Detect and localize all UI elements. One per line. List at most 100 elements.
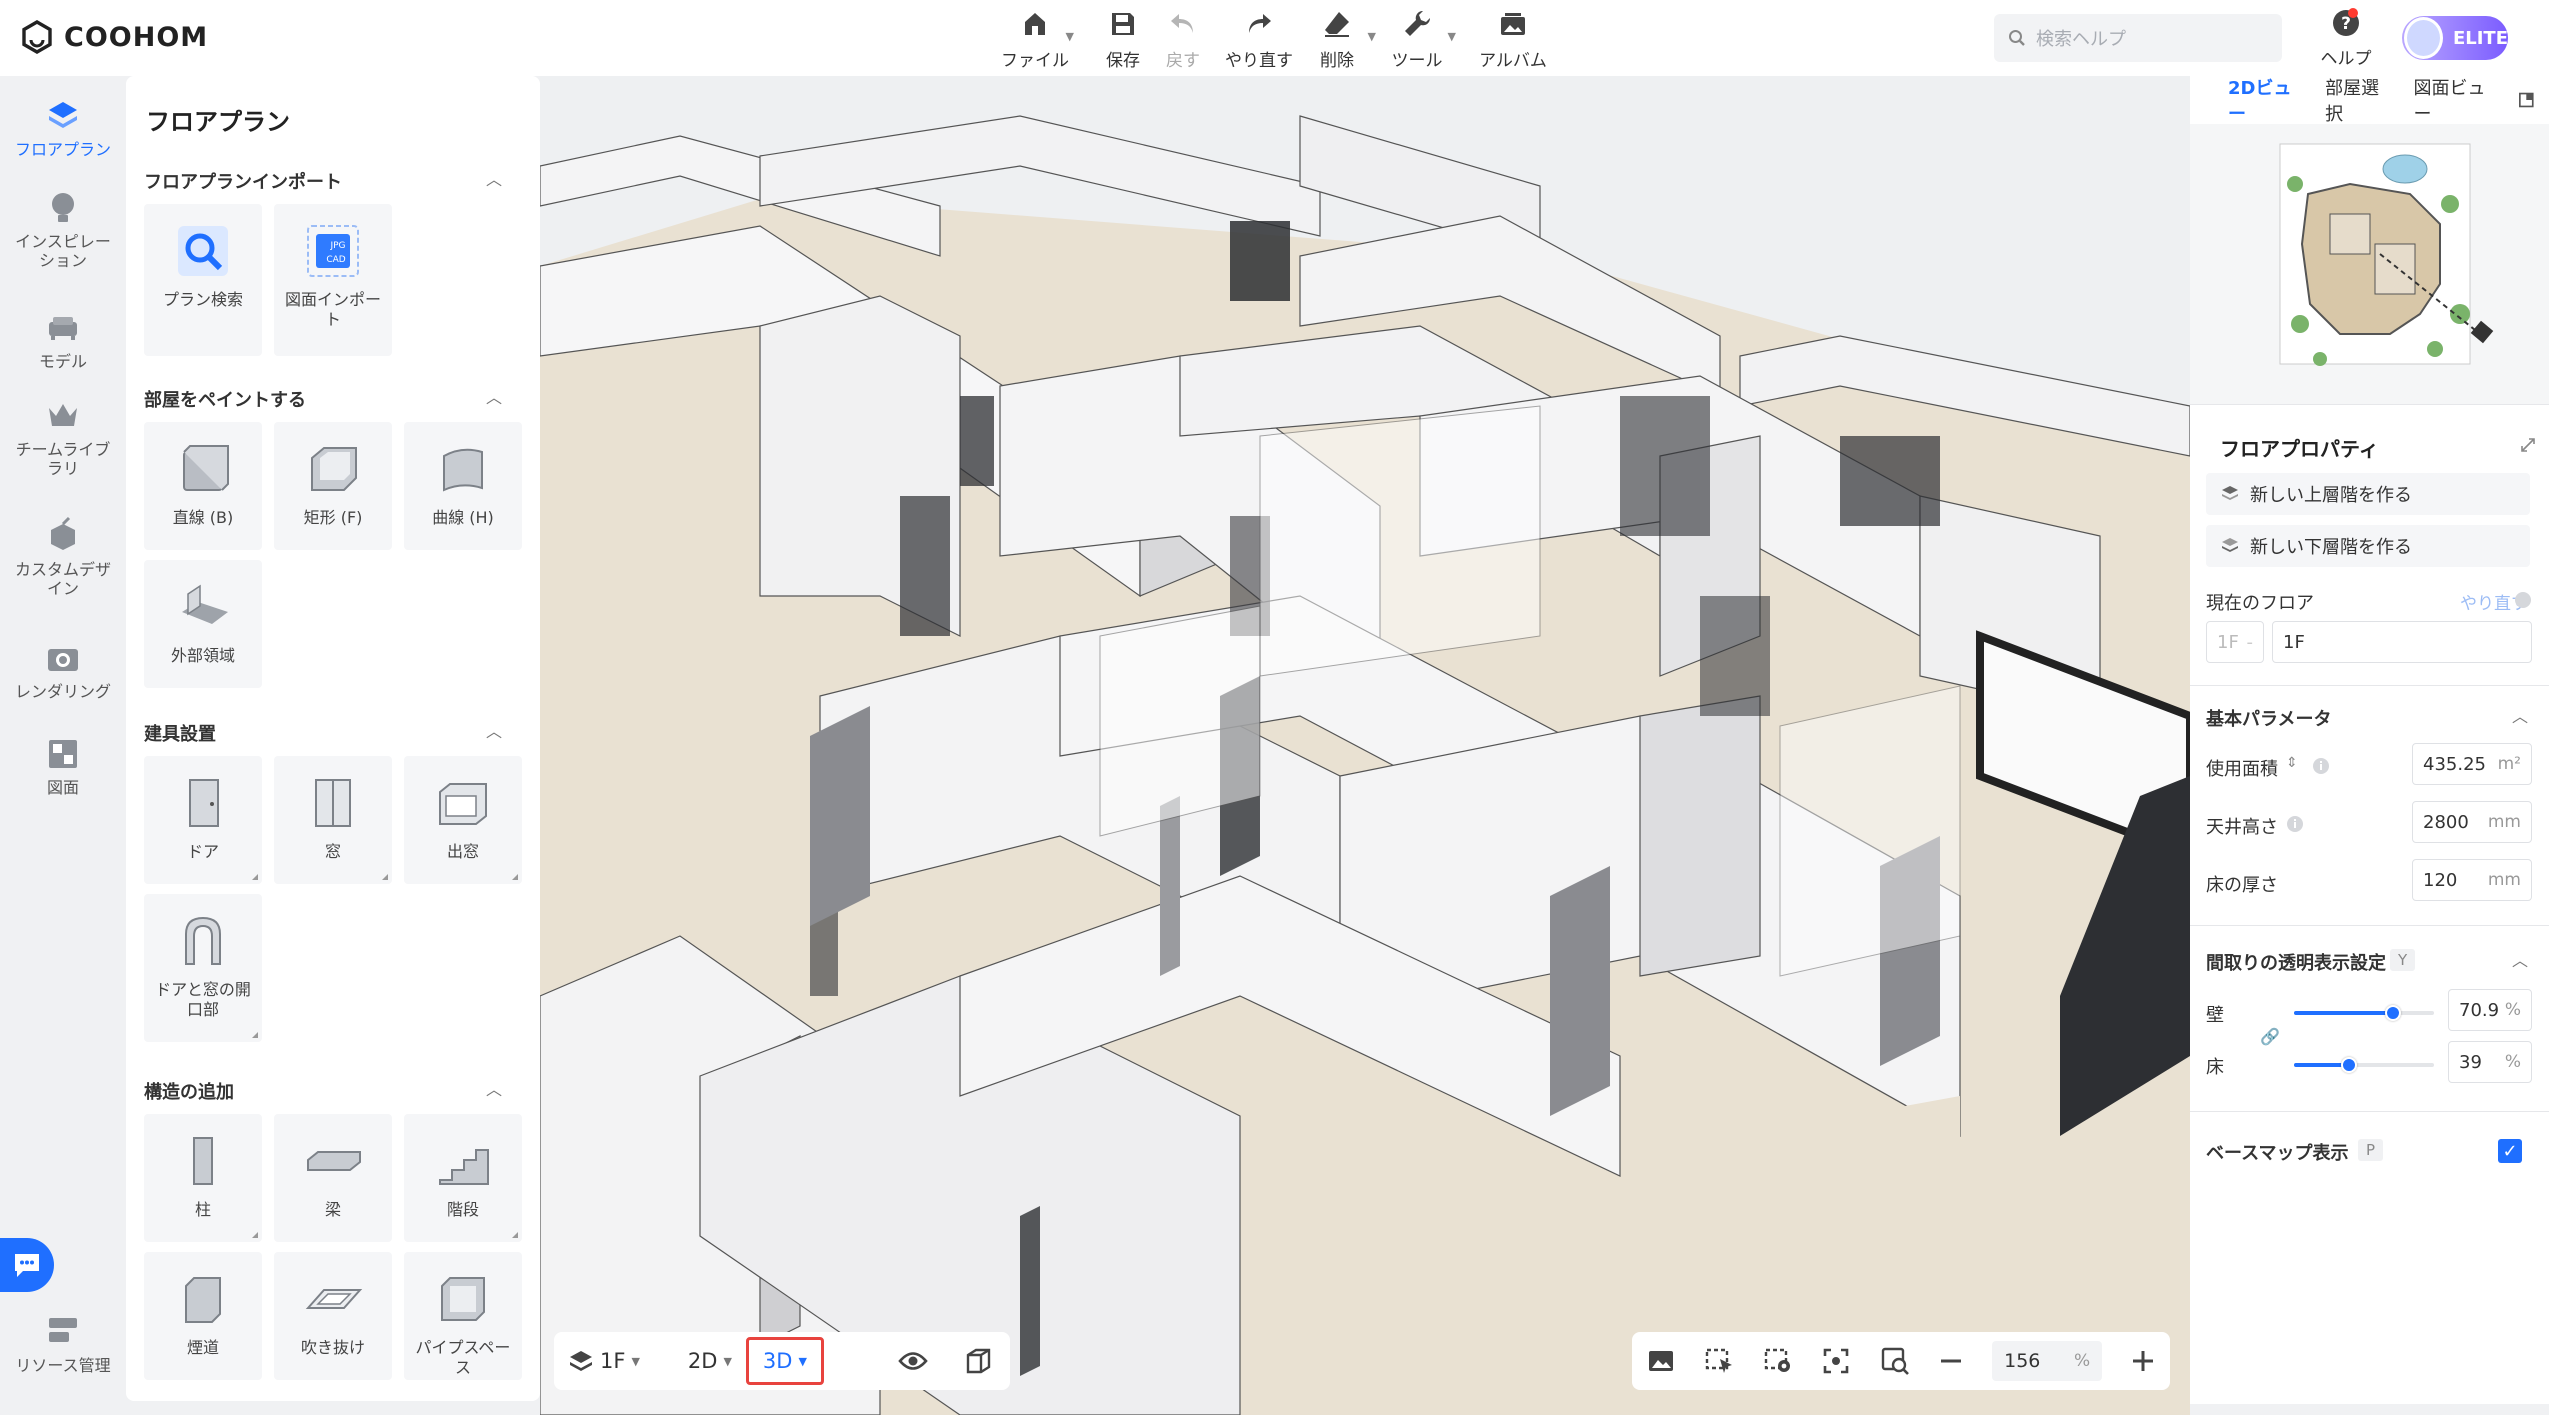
drawing-import-tile[interactable]: JPG CAD 図面インポート [274,204,392,356]
chat-bubble-icon [15,1254,39,1277]
ceiling-height-input[interactable]: 2800 mm [2412,801,2532,843]
new-lower-floor-button[interactable]: 新しい下層階を作る [2206,525,2530,567]
redo-button[interactable]: やり直す [1214,8,1304,71]
minimap-floorplan-thumbnail[interactable] [2190,124,2549,404]
draw-rect-tile[interactable]: 矩形 (F) [274,422,392,550]
tab-2d-view[interactable]: 2Dビュー [2228,74,2303,126]
add-floor-down-icon [2222,538,2238,552]
zoom-out-icon[interactable] [1939,1349,1963,1373]
section-paint-header: 部屋をペイントする [144,390,306,411]
link-icon[interactable]: 🔗 [2260,1027,2280,1046]
album-icon [1501,13,1525,35]
view-tabs: 2Dビュー 部屋選択 図面ビュー [2190,74,2549,126]
cube-view-icon[interactable] [964,1347,992,1375]
collapse-panel-icon[interactable] [2518,91,2535,109]
notification-dot [2348,8,2358,18]
settings-area-icon[interactable] [1763,1347,1793,1375]
brand-name: COOHOM [64,21,209,53]
sort-icon[interactable]: ⇕ [2286,755,2298,771]
help-button[interactable]: ? ヘルプ [2306,8,2386,69]
nav-model[interactable]: モデル [0,308,126,371]
zoom-level-input[interactable]: 156 % [1992,1341,2103,1381]
tab-room-select[interactable]: 部屋選択 [2325,74,2391,126]
area-input[interactable]: 435.25 m² [2412,743,2532,785]
eye-icon[interactable] [898,1350,928,1372]
help-label: ヘルプ [2320,49,2372,69]
window-tile[interactable]: 窓 [274,756,392,884]
nav-floorplan[interactable]: フロアプラン [0,96,126,159]
redo-label: やり直す [1225,51,1293,71]
3d-viewport[interactable]: 1F ▼ 2D ▼ 3D ▼ 156 % [540,76,2190,1415]
floorplan-3d-render[interactable] [540,76,2190,1415]
brand-logo[interactable]: COOHOM [20,20,208,54]
plan-search-label: プラン検索 [162,290,243,309]
floor-thickness-unit: mm [2487,870,2521,890]
floor-transparency-slider[interactable] [2294,1057,2434,1073]
select-area-icon[interactable] [1704,1347,1734,1375]
jpg-cad-import-icon: JPG CAD [307,225,359,277]
view-2d-toggle[interactable]: 2D ▼ [674,1349,746,1373]
beam-tile[interactable]: 梁 [274,1114,392,1242]
help-search-input[interactable]: 検索ヘルプ [1994,14,2282,62]
lightbulb-icon [52,193,74,222]
nav-rendering[interactable]: レンダリング [0,638,126,701]
opening-tile[interactable]: ドアと窓の開口部 [144,894,262,1042]
file-menu-button[interactable]: ファイル ▼ [990,8,1080,71]
nav-drawing[interactable]: 図面 [0,734,126,797]
nav-floorplan-label: フロアプラン [14,140,111,159]
coohom-logo-icon [22,20,52,54]
floor-prefix: 1F [2217,631,2239,653]
view-2d-label: 2D [687,1349,718,1373]
chat-support-button[interactable] [0,1238,54,1292]
nav-inspiration[interactable]: インスピレーション [0,188,126,270]
plan-search-tile[interactable]: プラン検索 [144,204,262,356]
delete-button[interactable]: 削除 ▼ [1292,8,1382,71]
album-button[interactable]: アルバム [1468,8,1558,71]
view-3d-toggle[interactable]: 3D ▼ [745,1337,824,1385]
collapse-chevron-icon[interactable]: ︿ [2512,703,2528,727]
floor-name-input[interactable]: 1F [2272,621,2532,663]
floor-selector[interactable]: 1F ▼ [554,1348,654,1374]
draw-curve-tile[interactable]: 曲線 (H) [404,422,522,550]
zoom-in-icon[interactable] [2131,1349,2155,1373]
tab-drawing-view[interactable]: 図面ビュー [2413,74,2496,126]
floor-value: 39 [2459,1051,2482,1073]
collapse-chevron-icon[interactable]: ︿ [2512,947,2528,971]
basemap-checkbox[interactable]: ✓ [2498,1139,2522,1163]
image-icon[interactable] [1647,1349,1675,1373]
stairs-tile[interactable]: 階段 [404,1114,522,1242]
focus-icon[interactable] [1822,1347,1850,1375]
floor-transparency-input[interactable]: 39% [2448,1041,2532,1083]
tools-menu-button[interactable]: ツール ▼ [1372,8,1462,71]
wall-value: 70.9 [2459,999,2500,1021]
expand-icon[interactable] [2520,437,2536,453]
new-upper-floor-button[interactable]: 新しい上層階を作る [2206,473,2530,515]
collapse-chevron-icon[interactable]: ︿ [486,384,502,408]
nav-custom-design[interactable]: カスタムデザイン [0,516,126,598]
camera-icon [48,649,78,671]
properties-title: フロアプロパティ [2220,437,2379,461]
column-tile[interactable]: 柱 [144,1114,262,1242]
exterior-area-tile[interactable]: 外部領域 [144,560,262,688]
collapse-chevron-icon[interactable]: ︿ [486,166,502,190]
collapse-chevron-icon[interactable]: ︿ [486,1076,502,1100]
floor-slider-knob[interactable] [2341,1057,2357,1073]
wall-transparency-input[interactable]: 70.9% [2448,989,2532,1031]
floor-thickness-input[interactable]: 120 mm [2412,859,2532,901]
void-icon [305,1289,363,1309]
wall-transparency-slider[interactable] [2294,1005,2434,1021]
void-tile[interactable]: 吹き抜け [274,1252,392,1380]
chevron-down-icon: ▼ [723,1354,732,1368]
nav-resources[interactable]: リソース管理 [0,1312,126,1375]
pipe-space-tile[interactable]: パイプスペース [404,1252,522,1380]
nav-team-library[interactable]: チームライブラリ [0,396,126,478]
zoom-fit-icon[interactable] [1880,1346,1910,1376]
bay-window-tile[interactable]: 出窓 [404,756,522,884]
door-tile[interactable]: ドア [144,756,262,884]
account-elite-badge[interactable]: ELITE [2402,16,2508,60]
collapse-chevron-icon[interactable]: ︿ [486,718,502,742]
chimney-tile[interactable]: 煙道 [144,1252,262,1380]
draw-straight-tile[interactable]: 直線 (B) [144,422,262,550]
wall-slider-knob[interactable] [2385,1005,2401,1021]
floor-properties: フロアプロパティ 新しい上層階を作る 新しい下層階を作る 現在のフロア やり直す… [2190,404,2549,1404]
